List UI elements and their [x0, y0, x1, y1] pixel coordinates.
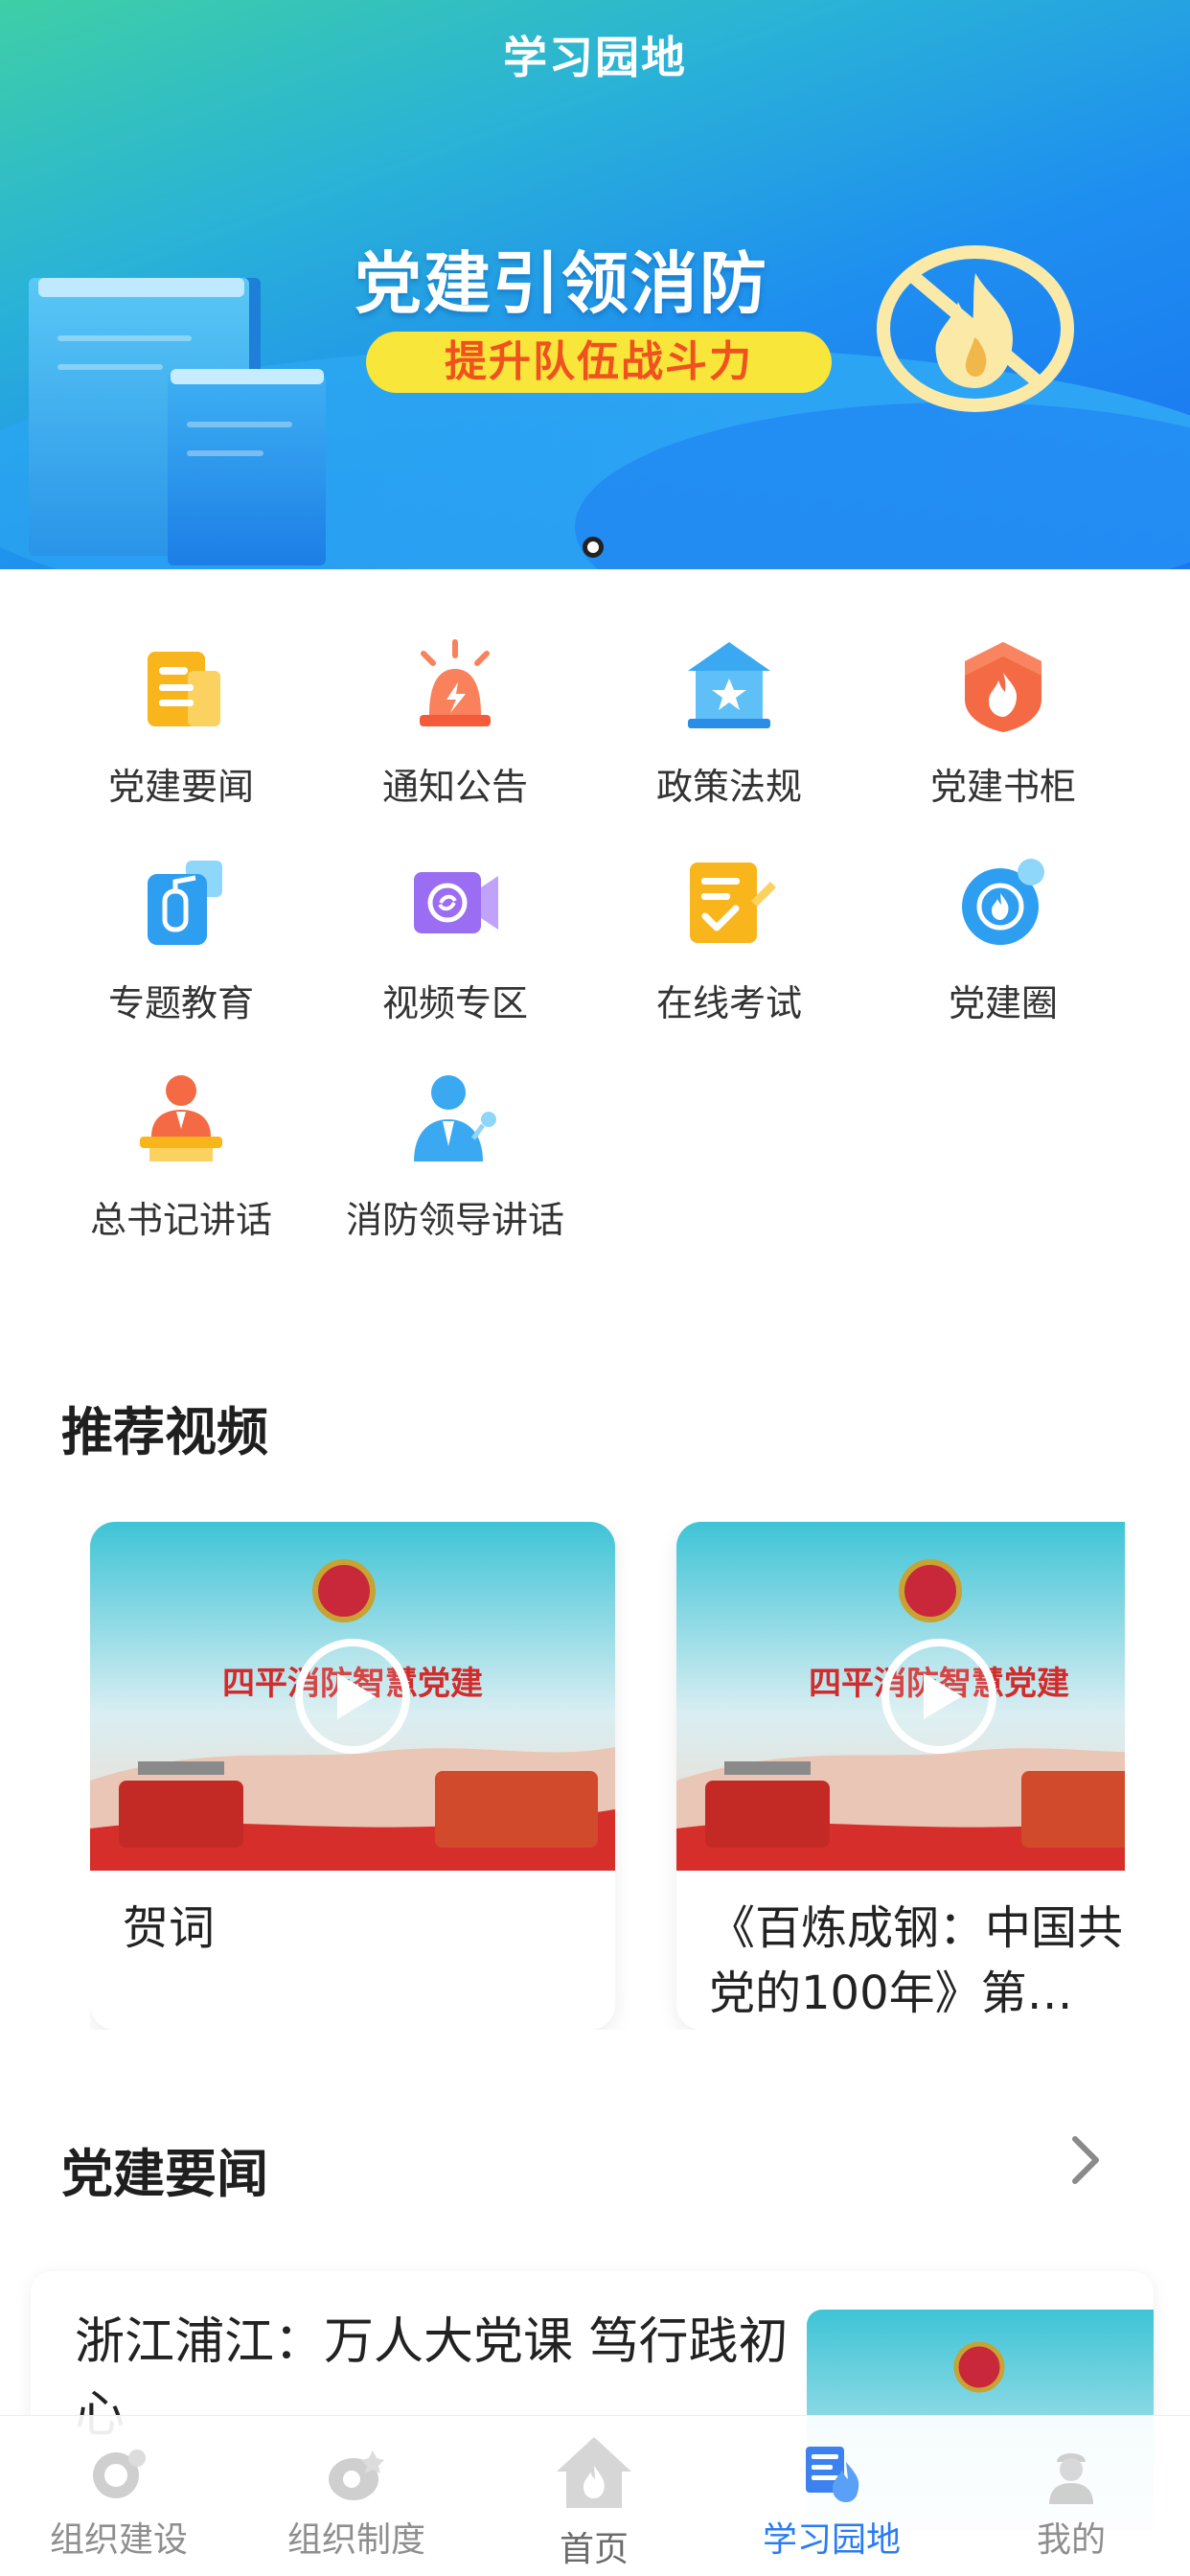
grid-label: 在线考试 — [655, 982, 802, 1024]
tab-label: 学习园地 — [762, 2520, 901, 2560]
book-illustration — [168, 374, 326, 565]
grid-item-policy[interactable]: 政策法规 — [590, 632, 868, 815]
video-title: 《百炼成钢：中国共产党的100年》第… — [709, 1901, 1125, 2020]
book-line — [187, 422, 292, 427]
grid-item-video-zone[interactable]: 视频专区 — [316, 849, 594, 1031]
news-icon — [148, 652, 220, 726]
banner-headline: 党建引领消防 — [355, 244, 768, 323]
extinguisher-icon — [148, 861, 222, 945]
news-section-title: 党建要闻 — [61, 2144, 268, 2204]
tab-org-build[interactable]: 组织建设 — [0, 2416, 238, 2576]
tab-profile[interactable]: 我的 — [952, 2416, 1190, 2576]
study-garden-page: 党建引领消防 提升队伍战斗力 学习园地 党建要闻 通知公告 政策法规 党建书柜 … — [0, 0, 1190, 2576]
book-line — [57, 364, 163, 370]
grid-item-party-circle[interactable]: 党建圈 — [864, 849, 1142, 1031]
org-system-icon — [329, 2450, 384, 2500]
banner-carousel[interactable]: 党建引领消防 提升队伍战斗力 学习园地 — [0, 0, 1190, 569]
grid-label: 政策法规 — [655, 766, 802, 808]
grid-label: 党建要闻 — [107, 766, 254, 808]
video-carousel[interactable]: 四平消防智慧党建 贺词 — [90, 1522, 1125, 2030]
video-thumbnail: 四平消防智慧党建 — [90, 1522, 615, 1871]
exam-icon — [690, 862, 776, 943]
banner-subline: 提升队伍战斗力 — [366, 332, 832, 393]
no-fire-icon — [877, 245, 1074, 412]
speaker-icon — [140, 1075, 222, 1162]
bookcase-icon — [965, 642, 1041, 732]
video-icon — [414, 872, 498, 933]
bottom-tab-bar: 组织建设 组织制度 首页 学习园地 我的 — [0, 2415, 1190, 2576]
org-build-icon — [93, 2450, 146, 2498]
tab-study[interactable]: 学习园地 — [713, 2416, 950, 2576]
grid-item-education[interactable]: 专题教育 — [42, 849, 320, 1031]
videos-section-title: 推荐视频 — [61, 1402, 268, 1462]
grid-label: 专题教育 — [107, 982, 254, 1024]
chevron-right-icon[interactable] — [1065, 2133, 1106, 2187]
grid-item-bookcase[interactable]: 党建书柜 — [864, 632, 1142, 815]
video-title: 贺词 — [123, 1901, 216, 1955]
book-illustration — [171, 369, 324, 384]
tab-label: 组织建设 — [49, 2520, 188, 2560]
tab-home[interactable]: 首页 — [475, 2416, 713, 2576]
tab-label: 我的 — [1036, 2520, 1106, 2560]
book-line — [187, 450, 263, 456]
page-title: 学习园地 — [503, 32, 687, 83]
grid-label: 消防领导讲话 — [345, 1199, 564, 1241]
grid-label: 通知公告 — [381, 766, 528, 808]
circle-icon — [962, 859, 1044, 945]
grid-item-notice[interactable]: 通知公告 — [316, 632, 594, 815]
video-card[interactable]: 四平消防智慧党建 贺词 — [90, 1522, 615, 2030]
carousel-dot[interactable] — [583, 537, 604, 558]
grid-label: 党建书柜 — [929, 766, 1076, 808]
grid-label: 党建圈 — [948, 982, 1058, 1024]
tab-label: 首页 — [559, 2530, 629, 2569]
profile-icon — [1049, 2453, 1093, 2504]
grid-label: 视频专区 — [381, 982, 528, 1024]
book-line — [57, 335, 192, 341]
policy-icon — [688, 642, 770, 728]
video-thumbnail: 四平消防智慧党建 — [676, 1522, 1125, 1871]
book-illustration — [38, 278, 244, 297]
grid-label: 总书记讲话 — [89, 1199, 272, 1241]
tab-org-system[interactable]: 组织制度 — [238, 2416, 475, 2576]
tab-label: 组织制度 — [286, 2520, 425, 2560]
grid-item-leader-speech[interactable]: 消防领导讲话 — [316, 1066, 594, 1248]
grid-item-secretary-speech[interactable]: 总书记讲话 — [42, 1066, 320, 1248]
alarm-icon — [420, 639, 491, 726]
grid-item-online-exam[interactable]: 在线考试 — [590, 849, 868, 1031]
study-icon — [806, 2447, 859, 2502]
home-icon — [557, 2437, 631, 2508]
leader-icon — [414, 1075, 496, 1162]
grid-item-party-news[interactable]: 党建要闻 — [42, 632, 320, 815]
video-card[interactable]: 四平消防智慧党建 《百炼成钢：中国共产党的100年》第… — [676, 1522, 1125, 2030]
